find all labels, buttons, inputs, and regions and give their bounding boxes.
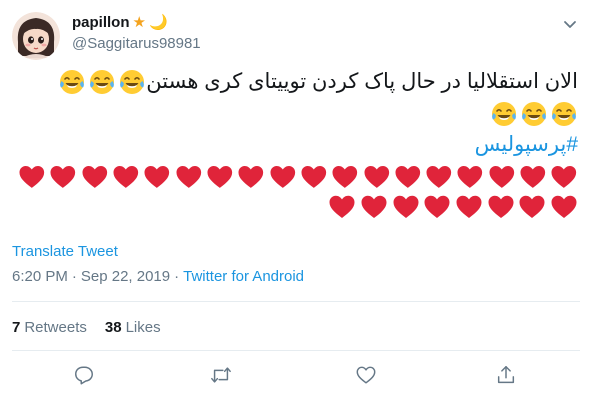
red-heart-icon xyxy=(50,165,76,188)
tears-of-joy-icon xyxy=(60,70,85,95)
user-name-row[interactable]: papillon ★ 🌙 xyxy=(72,14,168,31)
red-heart-icon xyxy=(426,165,452,188)
red-heart-icon xyxy=(393,195,419,218)
hearts-row-2 xyxy=(18,194,578,220)
avatar[interactable] xyxy=(12,12,60,60)
laugh-emoji-row-2 xyxy=(490,100,578,128)
retweets-label: Retweets xyxy=(24,319,87,336)
retweet-button[interactable] xyxy=(210,364,232,386)
red-heart-icon xyxy=(551,165,577,188)
meta-separator: · xyxy=(71,268,77,285)
tweet-card: papillon ★ 🌙 @Saggitarus98981 الان استقل… xyxy=(0,0,592,400)
retweets-stat[interactable]: 7 Retweets xyxy=(12,319,87,336)
likes-label: Likes xyxy=(125,319,161,336)
tears-of-joy-icon xyxy=(120,70,145,95)
like-button[interactable] xyxy=(355,364,377,386)
reply-icon xyxy=(75,366,93,385)
red-heart-icon xyxy=(113,165,139,188)
likes-count: 38 xyxy=(104,319,122,336)
likes-stat[interactable]: 38 Likes xyxy=(105,319,161,336)
divider xyxy=(12,301,580,302)
red-heart-icon xyxy=(19,165,45,188)
retweet-icon xyxy=(211,367,231,383)
tweet-time[interactable]: 6:20 PM xyxy=(12,268,68,285)
meta-separator: · xyxy=(174,268,180,285)
red-heart-icon xyxy=(395,165,420,188)
divider xyxy=(12,350,580,351)
moon-icon: 🌙 xyxy=(148,14,168,31)
display-name[interactable]: papillon xyxy=(72,14,130,31)
red-heart-icon xyxy=(457,165,483,188)
tears-of-joy-icon xyxy=(552,102,576,127)
laugh-emoji-row-1 xyxy=(58,68,146,96)
red-heart-icon xyxy=(144,165,170,188)
red-heart-icon xyxy=(238,165,264,188)
tweet-date[interactable]: Sep 22, 2019 xyxy=(81,268,170,285)
tears-of-joy-icon xyxy=(492,102,516,127)
tweet-text: الان استقلالیا در حال پاک کردن توییتای ک… xyxy=(18,66,578,130)
red-heart-icon xyxy=(456,195,482,218)
red-heart-icon xyxy=(270,165,295,188)
red-heart-icon xyxy=(332,165,358,188)
red-heart-icon xyxy=(551,195,577,218)
like-icon xyxy=(356,366,376,384)
red-heart-icon xyxy=(361,195,387,218)
red-heart-icon xyxy=(301,165,327,188)
tweet-body: الان استقلالیا در حال پاک کردن توییتای ک… xyxy=(146,70,578,93)
retweets-count: 7 xyxy=(12,319,21,336)
translate-tweet-link[interactable]: Translate Tweet xyxy=(12,243,118,260)
red-heart-icon xyxy=(520,165,546,188)
share-icon xyxy=(497,366,515,384)
red-heart-icon xyxy=(176,165,201,188)
red-heart-icon xyxy=(82,165,107,188)
red-heart-icon xyxy=(488,195,514,218)
red-heart-icon xyxy=(489,165,514,188)
tears-of-joy-icon xyxy=(90,70,115,95)
reply-button[interactable] xyxy=(73,364,95,386)
red-heart-icon xyxy=(329,195,355,218)
red-heart-icon xyxy=(424,195,450,218)
tweet-meta: 6:20 PM · Sep 22, 2019 · Twitter for And… xyxy=(12,268,304,285)
user-handle[interactable]: @Saggitarus98981 xyxy=(72,35,201,52)
cartoon-girl-avatar-icon xyxy=(12,12,60,60)
tweet-source-link[interactable]: Twitter for Android xyxy=(183,268,304,285)
red-heart-icon xyxy=(519,195,545,218)
hearts-row-1 xyxy=(18,164,578,190)
red-heart-icon xyxy=(363,165,389,188)
tears-of-joy-icon xyxy=(522,102,546,127)
star-icon: ★ xyxy=(132,14,146,31)
red-heart-icon xyxy=(207,165,233,188)
tweet-stats: 7 Retweets 38 Likes xyxy=(12,319,161,336)
hashtag-link[interactable]: #پرسپولیس xyxy=(475,131,578,159)
share-button[interactable] xyxy=(495,364,517,386)
chevron-down-icon[interactable] xyxy=(560,14,580,34)
